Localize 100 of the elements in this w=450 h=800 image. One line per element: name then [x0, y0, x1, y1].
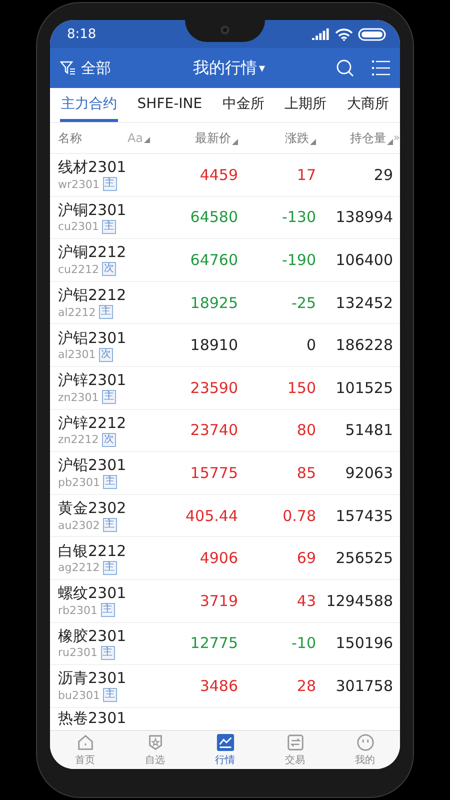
change-cell: 150: [287, 378, 316, 397]
quote-row[interactable]: 白银2212 ag2212 主 4906 69 256525: [50, 537, 400, 580]
change-cell: -190: [282, 250, 316, 269]
contract-name: 沪铅2301: [58, 456, 128, 476]
change-cell: 43: [296, 592, 316, 610]
change-cell: 17: [296, 166, 316, 184]
quote-row[interactable]: 沪铝2212 al2212 主 18925 -25 132452: [50, 282, 400, 324]
title-dropdown[interactable]: 我的行情▾: [140, 58, 318, 78]
column-header: 名称: [58, 130, 82, 146]
quote-row[interactable]: 黄金2302 au2302 主 405.44 0.78 157435: [50, 494, 400, 538]
market-tab[interactable]: 主力合约: [60, 88, 118, 122]
open-interest-cell: 301758: [336, 676, 393, 695]
price-cell: 64760: [190, 250, 238, 269]
open-interest-cell: 106400: [336, 250, 393, 269]
quote-row[interactable]: 螺纹2301 rb2301 主 3719 43 1294588: [50, 580, 400, 623]
contract-name: 橡胶2301: [58, 626, 128, 646]
quote-row[interactable]: 橡胶2301 ru2301 主 12775 -10 150196: [50, 622, 400, 666]
contract-code: wr2301: [58, 178, 100, 191]
contract-name: 线材2301: [58, 158, 128, 178]
contract-code: cu2212: [58, 262, 100, 276]
contract-tag: 主: [102, 390, 116, 404]
status-time: 8:18: [67, 26, 96, 42]
contract-name: 螺纹2301: [58, 584, 128, 604]
menu-button[interactable]: [372, 60, 390, 76]
change-cell: 85: [296, 464, 316, 482]
open-interest-cell: 132452: [336, 294, 393, 312]
contract-name: 沪锌2301: [58, 371, 128, 390]
price-cell: 23590: [190, 378, 238, 397]
nav-item[interactable]: 行情: [200, 733, 250, 767]
contract-code: zn2212: [58, 433, 99, 446]
open-interest-cell: 92063: [345, 464, 393, 482]
sort-header[interactable]: 涨跌: [285, 130, 316, 146]
contract-code: ag2212: [58, 561, 100, 574]
contract-name: 沥青2301: [58, 669, 128, 688]
contract-code: ru2301: [58, 646, 98, 660]
contract-tag: 次: [102, 262, 116, 276]
market-tab[interactable]: SHFE-INE: [136, 88, 204, 122]
menu-icon: [372, 60, 390, 76]
signal-icon: [312, 28, 330, 40]
quote-row[interactable]: 沥青2301 bu2301 主 3486 28 301758: [50, 665, 400, 708]
quote-row[interactable]: 线材2301 wr2301 主 4459 17 29: [50, 154, 400, 197]
open-interest-cell: 101525: [336, 378, 393, 397]
contract-tag: 主: [100, 603, 114, 618]
sort-header[interactable]: 持仓量: [350, 130, 393, 146]
quote-row[interactable]: 沪铜2301 cu2301 主 64580 -130 138994: [50, 196, 400, 240]
search-button[interactable]: [336, 59, 354, 77]
contract-name: 沪铜2301: [58, 200, 128, 220]
contract-tag: 主: [102, 220, 116, 234]
open-interest-cell: 1294588: [326, 592, 393, 610]
contract-tag: 主: [102, 518, 117, 532]
contract-tag: 主: [100, 646, 114, 660]
wifi-icon: [335, 28, 353, 40]
contract-tag: 主: [102, 560, 117, 575]
quote-row[interactable]: 沪锌2301 zn2301 主 23590 150 101525: [50, 366, 400, 410]
price-cell: 12775: [190, 634, 238, 652]
filter-button[interactable]: 全部: [60, 58, 140, 78]
change-cell: -10: [292, 634, 316, 652]
change-cell: -130: [282, 208, 316, 226]
change-cell: 28: [296, 676, 316, 695]
smiley-icon: [356, 733, 374, 752]
price-cell: 23740: [190, 421, 238, 440]
contract-code: pb2301: [58, 476, 100, 489]
change-cell: 80: [296, 421, 316, 440]
quote-row[interactable]: 沪铜2212 cu2212 次 64760 -190 106400: [50, 239, 400, 282]
open-interest-cell: 256525: [336, 549, 393, 568]
quote-row[interactable]: 沪铅2301 pb2301 主 15775 85 92063: [50, 452, 400, 495]
open-interest-cell: 186228: [336, 336, 393, 354]
price-cell: 64580: [190, 208, 238, 226]
contract-code: cu2301: [58, 220, 100, 234]
contract-name: 沪铝2301: [58, 328, 128, 348]
price-cell: 18910: [190, 336, 238, 354]
market-tab[interactable]: 大商所: [346, 88, 390, 122]
market-tab[interactable]: 中金所: [221, 88, 266, 122]
contract-code: bu2301: [58, 688, 100, 702]
contract-code: al2212: [58, 306, 96, 319]
change-cell: -25: [292, 294, 316, 312]
open-interest-cell: 29: [374, 166, 393, 184]
camera-icon: [220, 25, 230, 35]
open-interest-cell: 157435: [336, 506, 393, 525]
open-interest-cell: 51481: [345, 421, 393, 440]
filter-icon: [60, 60, 76, 76]
contract-tag: 主: [102, 177, 117, 192]
quote-row[interactable]: 沪锌2212 zn2212 次 23740 80 51481: [50, 410, 400, 452]
contract-name: 沪铜2212: [58, 243, 128, 262]
price-cell: 3486: [200, 676, 238, 695]
contract-tag: 主: [102, 475, 117, 490]
quote-row[interactable]: 沪铝2301 al2301 次 18910 0 186228: [50, 324, 400, 367]
contract-name: 白银2212: [58, 542, 128, 561]
market-tab[interactable]: 上期所: [284, 88, 328, 122]
home-icon: [76, 733, 94, 752]
contract-code: zn2301: [58, 390, 99, 404]
change-cell: 0: [306, 336, 316, 354]
price-cell: 15775: [190, 464, 238, 482]
contract-tag: 次: [102, 432, 116, 447]
contract-tag: 次: [98, 348, 113, 362]
sort-header[interactable]: 最新价: [195, 130, 238, 146]
contract-name: 黄金2302: [58, 499, 128, 518]
contract-code: rb2301: [58, 604, 98, 617]
open-interest-cell: 150196: [336, 634, 393, 652]
open-interest-cell: 138994: [336, 208, 393, 226]
